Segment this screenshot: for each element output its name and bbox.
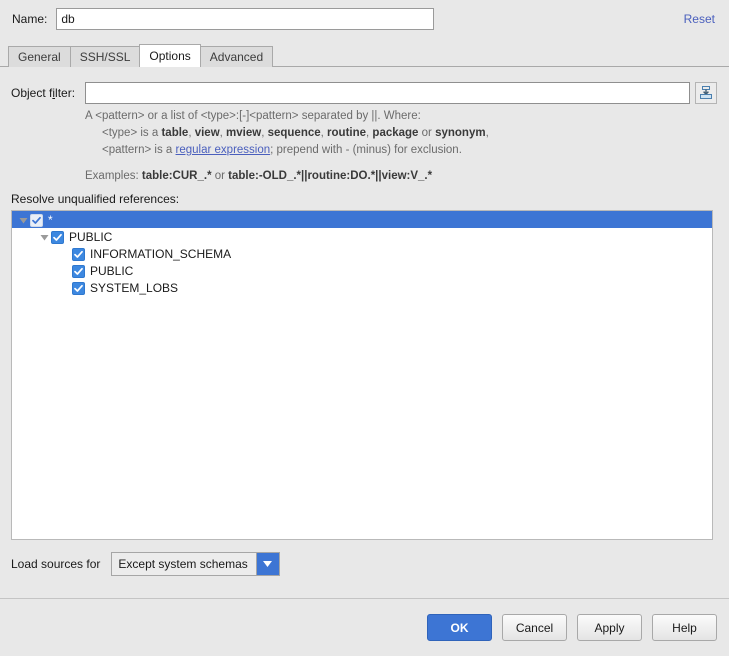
tab-options[interactable]: Options: [139, 44, 201, 67]
object-filter-row: Object filter:: [0, 80, 729, 106]
load-sources-row: Load sources for Except system schemas: [11, 552, 280, 576]
apply-button[interactable]: Apply: [577, 614, 642, 641]
tree-row[interactable]: *: [12, 211, 712, 228]
resolve-unqualified-references-label: Resolve unqualified references:: [11, 192, 180, 206]
cancel-button[interactable]: Cancel: [502, 614, 567, 641]
tree-checkbox[interactable]: [72, 247, 85, 261]
tree-item-label: INFORMATION_SCHEMA: [90, 247, 232, 261]
tab-advanced[interactable]: Advanced: [199, 46, 274, 67]
tree-item-label: *: [48, 213, 53, 227]
chevron-down-icon[interactable]: [255, 553, 279, 575]
load-sources-select[interactable]: Except system schemas: [111, 552, 280, 576]
tabs-row: General SSH/SSL Options Advanced: [8, 44, 274, 67]
tree-row[interactable]: INFORMATION_SCHEMA: [12, 245, 712, 262]
footer: OK Cancel Apply Help: [0, 599, 729, 656]
tab-general[interactable]: General: [8, 46, 71, 67]
tab-bar: General SSH/SSL Options Advanced: [0, 44, 729, 67]
tree-row[interactable]: PUBLIC: [12, 228, 712, 245]
tree-item-label: PUBLIC: [69, 230, 113, 244]
ok-button[interactable]: OK: [427, 614, 492, 641]
help-line-pattern: <pattern> is a regular expression; prepe…: [102, 144, 462, 156]
tree-checkbox[interactable]: [51, 230, 64, 244]
object-filter-input[interactable]: [85, 82, 690, 104]
load-sources-label: Load sources for: [11, 557, 101, 571]
object-filter-label: Object filter:: [11, 86, 76, 100]
name-input[interactable]: [56, 7, 435, 30]
footer-buttons: OK Cancel Apply Help: [427, 614, 717, 641]
tree-item-label: PUBLIC: [90, 264, 134, 278]
help-line-types: <type> is a table, view, mview, sequence…: [102, 127, 489, 139]
tree-expand-toggle-icon[interactable]: [16, 213, 30, 227]
tree-checkbox[interactable]: [30, 213, 43, 227]
tab-label: General: [18, 50, 61, 64]
import-filter-icon[interactable]: [695, 82, 717, 104]
schema-tree[interactable]: * PUBLIC INFORMATION_SCHEMA PUBLIC SYSTEM_LO…: [11, 210, 713, 540]
name-label: Name:: [12, 11, 48, 26]
tab-ssh-ssl[interactable]: SSH/SSL: [69, 46, 141, 67]
tab-label: Advanced: [209, 50, 264, 64]
tree-row[interactable]: SYSTEM_LOBS: [12, 279, 712, 296]
help-line-examples: Examples: table:CUR_.* or table:-OLD_.*|…: [85, 170, 433, 182]
tree-checkbox[interactable]: [72, 281, 85, 295]
regular-expression-link[interactable]: regular expression: [176, 144, 271, 156]
name-row: Name:: [0, 0, 729, 37]
help-button[interactable]: Help: [652, 614, 717, 641]
tree-row[interactable]: PUBLIC: [12, 262, 712, 279]
object-filter-help: A <pattern> or a list of <type>:[-]<patt…: [0, 108, 700, 185]
options-panel: Object filter: A <pattern> or a list of …: [0, 67, 729, 598]
tree-checkbox[interactable]: [72, 264, 85, 278]
help-line-syntax: A <pattern> or a list of <type>:[-]<patt…: [85, 110, 421, 122]
load-sources-value: Except system schemas: [112, 553, 256, 575]
tab-label: Options: [149, 49, 191, 63]
tree-expand-toggle-icon[interactable]: [37, 230, 51, 244]
tab-label: SSH/SSL: [79, 50, 131, 64]
reset-link[interactable]: Reset: [684, 12, 715, 26]
tree-item-label: SYSTEM_LOBS: [90, 281, 179, 295]
